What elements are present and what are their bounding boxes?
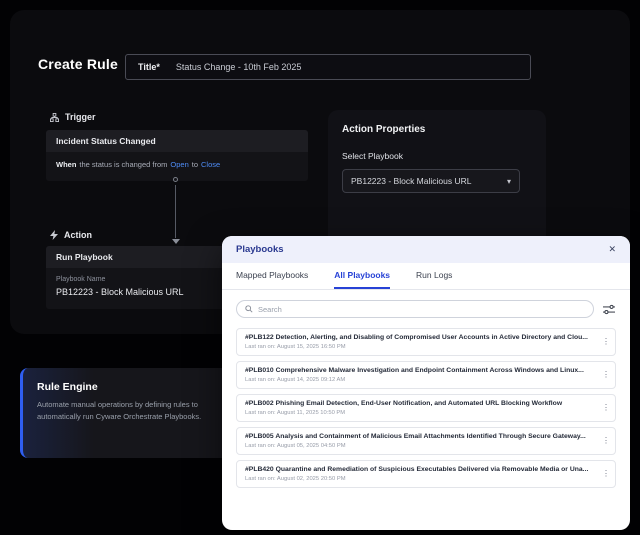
trigger-card: Incident Status Changed When the status … [46, 130, 308, 181]
page-title: Create Rule [38, 56, 118, 72]
playbook-title: #PLB420 Quarantine and Remediation of Su… [245, 466, 597, 473]
connector-line [175, 185, 176, 238]
action-section-label: Action [50, 230, 92, 240]
title-label: Title* [138, 62, 160, 72]
rule-engine-description: Automate manual operations by defining r… [37, 399, 205, 422]
modal-tabs: Mapped Playbooks All Playbooks Run Logs [222, 263, 630, 290]
screen: Create Rule Title* Status Change - 10th … [0, 0, 640, 535]
workflow-trigger-icon [50, 113, 59, 122]
connector-start-dot [173, 177, 178, 182]
kebab-menu-icon[interactable]: ⋮ [602, 371, 610, 379]
close-icon[interactable]: ✕ [608, 245, 616, 254]
modal-title: Playbooks [236, 244, 284, 255]
rule-engine-card: Rule Engine Automate manual operations b… [20, 368, 232, 458]
filter-button[interactable] [602, 302, 616, 316]
kebab-menu-icon[interactable]: ⋮ [602, 470, 610, 478]
playbook-row[interactable]: #PLB420 Quarantine and Remediation of Su… [236, 460, 616, 488]
rule-engine-title: Rule Engine [37, 381, 218, 393]
to-word: to [192, 160, 198, 169]
filter-sliders-icon [603, 304, 615, 315]
search-icon [245, 300, 253, 318]
playbook-last-run: Last ran on: August 02, 2025 20:50 PM [245, 476, 597, 482]
title-field[interactable]: Title* Status Change - 10th Feb 2025 [125, 54, 531, 80]
lightning-icon [50, 230, 58, 240]
search-input-wrapper [236, 300, 594, 318]
playbook-row[interactable]: #PLB010 Comprehensive Malware Investigat… [236, 361, 616, 389]
trigger-section-label: Trigger [50, 112, 96, 122]
action-properties-title: Action Properties [342, 124, 532, 135]
search-input[interactable] [258, 305, 585, 314]
playbook-title: #PLB002 Phishing Email Detection, End-Us… [245, 400, 597, 407]
search-row [236, 300, 616, 318]
link-close-status[interactable]: Close [201, 160, 220, 169]
tab-all-playbooks[interactable]: All Playbooks [334, 263, 390, 289]
playbooks-modal: Playbooks ✕ Mapped Playbooks All Playboo… [222, 236, 630, 530]
when-text: When the status is changed from Open to … [56, 160, 298, 169]
playbook-title: #PLB122 Detection, Alerting, and Disabli… [245, 334, 597, 341]
playbook-list: #PLB122 Detection, Alerting, and Disabli… [236, 328, 616, 488]
action-section-label-text: Action [64, 230, 92, 240]
kebab-menu-icon[interactable]: ⋮ [602, 338, 610, 346]
playbook-row[interactable]: #PLB122 Detection, Alerting, and Disabli… [236, 328, 616, 356]
flow-connector [172, 177, 180, 247]
tab-mapped-playbooks[interactable]: Mapped Playbooks [236, 263, 308, 289]
playbook-last-run: Last ran on: August 14, 2025 09:12 AM [245, 377, 597, 383]
playbook-title: #PLB005 Analysis and Containment of Mali… [245, 433, 597, 440]
connector-arrow-down-icon [172, 239, 180, 244]
playbook-title: #PLB010 Comprehensive Malware Investigat… [245, 367, 597, 374]
kebab-menu-icon[interactable]: ⋮ [602, 437, 610, 445]
playbook-last-run: Last ran on: August 11, 2025 10:50 PM [245, 410, 597, 416]
kebab-menu-icon[interactable]: ⋮ [602, 404, 610, 412]
playbook-select[interactable]: PB12223 - Block Malicious URL ▾ [342, 169, 520, 193]
select-playbook-label: Select Playbook [342, 151, 532, 161]
title-input-value: Status Change - 10th Feb 2025 [176, 62, 302, 72]
playbook-last-run: Last ran on: August 05, 2025 04:50 PM [245, 443, 597, 449]
tab-run-logs[interactable]: Run Logs [416, 263, 452, 289]
playbook-row[interactable]: #PLB005 Analysis and Containment of Mali… [236, 427, 616, 455]
when-middle: the status is changed from [79, 160, 167, 169]
playbook-select-value: PB12223 - Block Malicious URL [351, 176, 471, 186]
chevron-down-icon: ▾ [507, 177, 511, 186]
modal-header: Playbooks ✕ [222, 236, 630, 263]
link-open-status[interactable]: Open [170, 160, 188, 169]
trigger-card-header[interactable]: Incident Status Changed [46, 130, 308, 152]
playbook-row[interactable]: #PLB002 Phishing Email Detection, End-Us… [236, 394, 616, 422]
trigger-section-label-text: Trigger [65, 112, 96, 122]
playbook-last-run: Last ran on: August 15, 2025 16:50 PM [245, 344, 597, 350]
when-word: When [56, 160, 76, 169]
